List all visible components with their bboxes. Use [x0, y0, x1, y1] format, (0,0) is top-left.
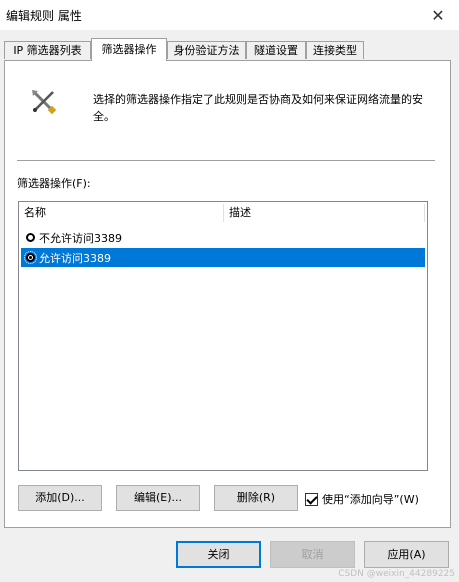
tools-icon: [32, 90, 57, 115]
column-header-name[interactable]: 名称: [19, 202, 223, 224]
tab-connection-type[interactable]: 连接类型: [306, 41, 364, 59]
cancel-button[interactable]: 取消: [270, 541, 355, 568]
use-wizard-checkbox[interactable]: 使用“添加向导”(W): [305, 489, 419, 509]
apply-button[interactable]: 应用(A): [364, 541, 449, 568]
window-title: 编辑规则 属性: [6, 9, 82, 23]
checkbox-checked-icon[interactable]: [305, 492, 318, 506]
remove-button[interactable]: 删除(R): [214, 485, 298, 511]
use-wizard-label: 使用“添加向导”(W): [322, 493, 419, 506]
watermark: CSDN @weixin_44289225: [338, 569, 455, 579]
close-icon[interactable]: ✕: [417, 0, 459, 30]
tab-tunnel-settings[interactable]: 隧道设置: [246, 41, 306, 59]
edit-button[interactable]: 编辑(E)...: [116, 485, 200, 511]
tab-panel: 选择的筛选器操作指定了此规则是否协商及如何来保证网络流量的安全。 筛选器操作(F…: [4, 60, 451, 528]
filter-action-list[interactable]: 名称 描述 不允许访问3389 允许访问3389: [18, 201, 428, 471]
add-button[interactable]: 添加(D)...: [18, 485, 102, 511]
list-item-selected[interactable]: 允许访问3389: [21, 248, 425, 267]
column-header-description[interactable]: 描述: [224, 202, 424, 224]
title-bar: 编辑规则 属性 ✕: [0, 0, 459, 30]
rule-description: 选择的筛选器操作指定了此规则是否协商及如何来保证网络流量的安全。: [93, 93, 423, 123]
tab-ip-filter-list[interactable]: IP 筛选器列表: [4, 41, 91, 59]
list-header: 名称 描述: [19, 202, 427, 224]
radio-unchecked-icon[interactable]: [26, 233, 35, 242]
divider: [17, 160, 435, 161]
close-button[interactable]: 关闭: [176, 541, 261, 568]
list-item[interactable]: 不允许访问3389: [21, 228, 425, 247]
list-item-name: 允许访问3389: [39, 251, 111, 265]
tab-filter-action[interactable]: 筛选器操作: [91, 38, 167, 61]
filter-action-label: 筛选器操作(F):: [17, 177, 91, 190]
column-separator[interactable]: [424, 204, 425, 222]
radio-checked-icon[interactable]: [24, 251, 37, 264]
list-item-name: 不允许访问3389: [39, 231, 122, 245]
tab-auth-methods[interactable]: 身份验证方法: [167, 41, 246, 59]
